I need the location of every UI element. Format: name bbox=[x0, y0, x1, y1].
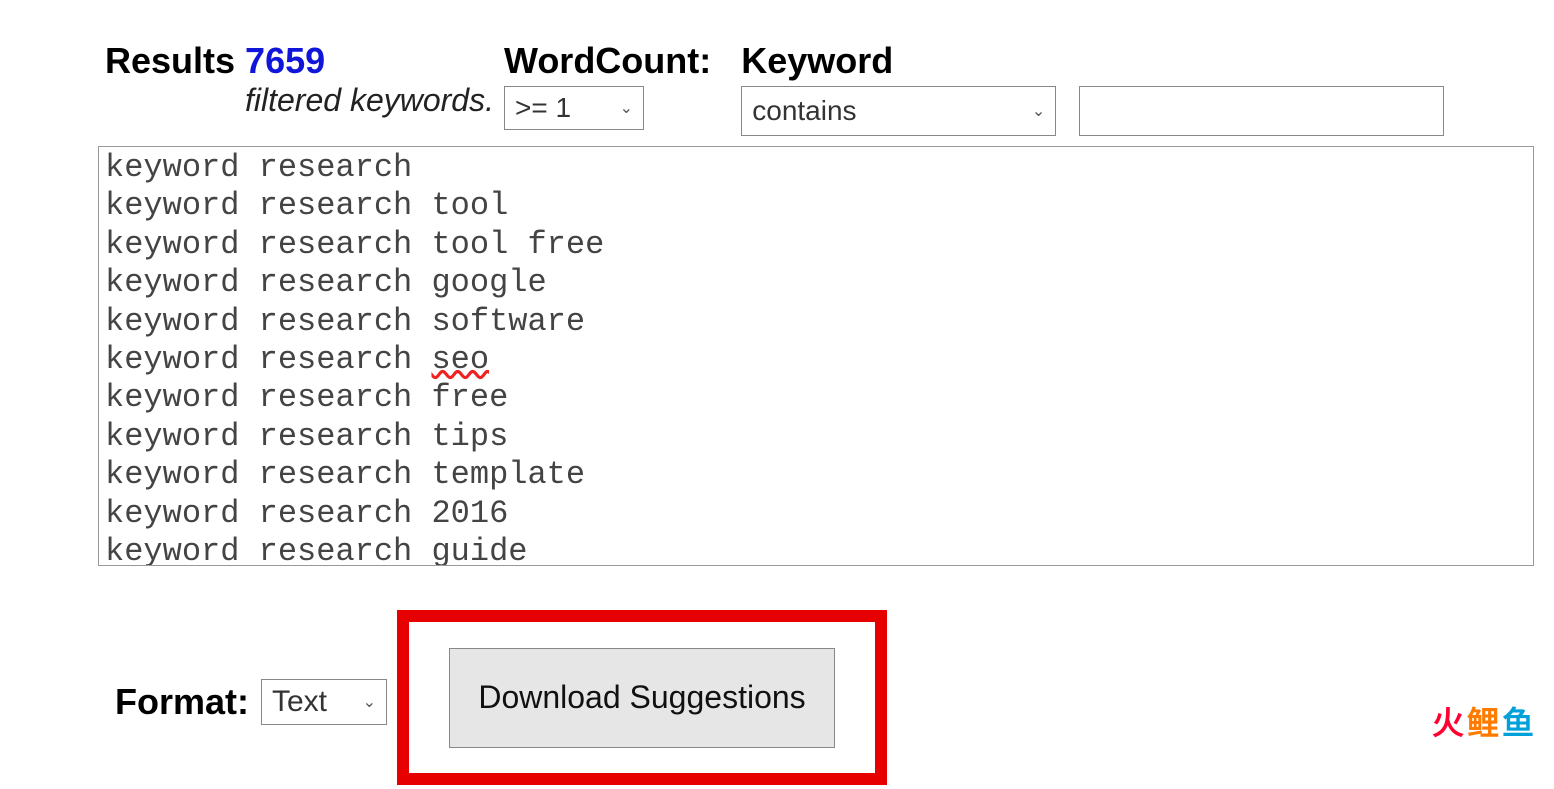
highlight-frame: Download Suggestions bbox=[397, 610, 887, 785]
result-line: keyword research tool free bbox=[105, 226, 1527, 264]
watermark: 火 鲤 鱼 bbox=[1432, 698, 1534, 744]
result-line: keyword research 2016 bbox=[105, 495, 1527, 533]
spellcheck-word: seo bbox=[431, 341, 489, 378]
wordcount-select[interactable]: >= 1 ⌄ bbox=[504, 86, 644, 130]
result-line: keyword research guide bbox=[105, 533, 1527, 566]
wordcount-label: WordCount: bbox=[504, 40, 711, 82]
result-line: keyword research tool bbox=[105, 187, 1527, 225]
watermark-char-2: 鲤 bbox=[1467, 698, 1499, 744]
filtered-keywords-label: filtered keywords. bbox=[105, 82, 494, 119]
chevron-down-icon: ⌄ bbox=[363, 692, 376, 712]
keyword-label: Keyword bbox=[741, 40, 1444, 82]
watermark-char-1: 火 bbox=[1432, 698, 1464, 744]
keyword-filter-input[interactable] bbox=[1079, 86, 1444, 136]
result-line: keyword research free bbox=[105, 379, 1527, 417]
format-label: Format: bbox=[115, 681, 249, 723]
result-line: keyword research template bbox=[105, 456, 1527, 494]
results-count: 7659 bbox=[245, 40, 325, 82]
chevron-down-icon: ⌄ bbox=[620, 98, 633, 118]
result-line: keyword research seo bbox=[105, 341, 1527, 379]
download-suggestions-button[interactable]: Download Suggestions bbox=[449, 648, 835, 748]
chevron-down-icon: ⌄ bbox=[1032, 101, 1045, 121]
result-line: keyword research bbox=[105, 149, 1527, 187]
wordcount-select-value: >= 1 bbox=[515, 92, 571, 124]
result-line: keyword research google bbox=[105, 264, 1527, 302]
watermark-char-3: 鱼 bbox=[1502, 698, 1534, 744]
results-label: Results bbox=[105, 40, 235, 82]
keyword-mode-value: contains bbox=[752, 95, 856, 127]
format-select-value: Text bbox=[272, 685, 327, 719]
format-select[interactable]: Text ⌄ bbox=[261, 679, 387, 725]
results-textarea[interactable]: keyword researchkeyword research toolkey… bbox=[98, 146, 1534, 566]
result-line: keyword research software bbox=[105, 303, 1527, 341]
result-line: keyword research tips bbox=[105, 418, 1527, 456]
keyword-mode-select[interactable]: contains ⌄ bbox=[741, 86, 1056, 136]
